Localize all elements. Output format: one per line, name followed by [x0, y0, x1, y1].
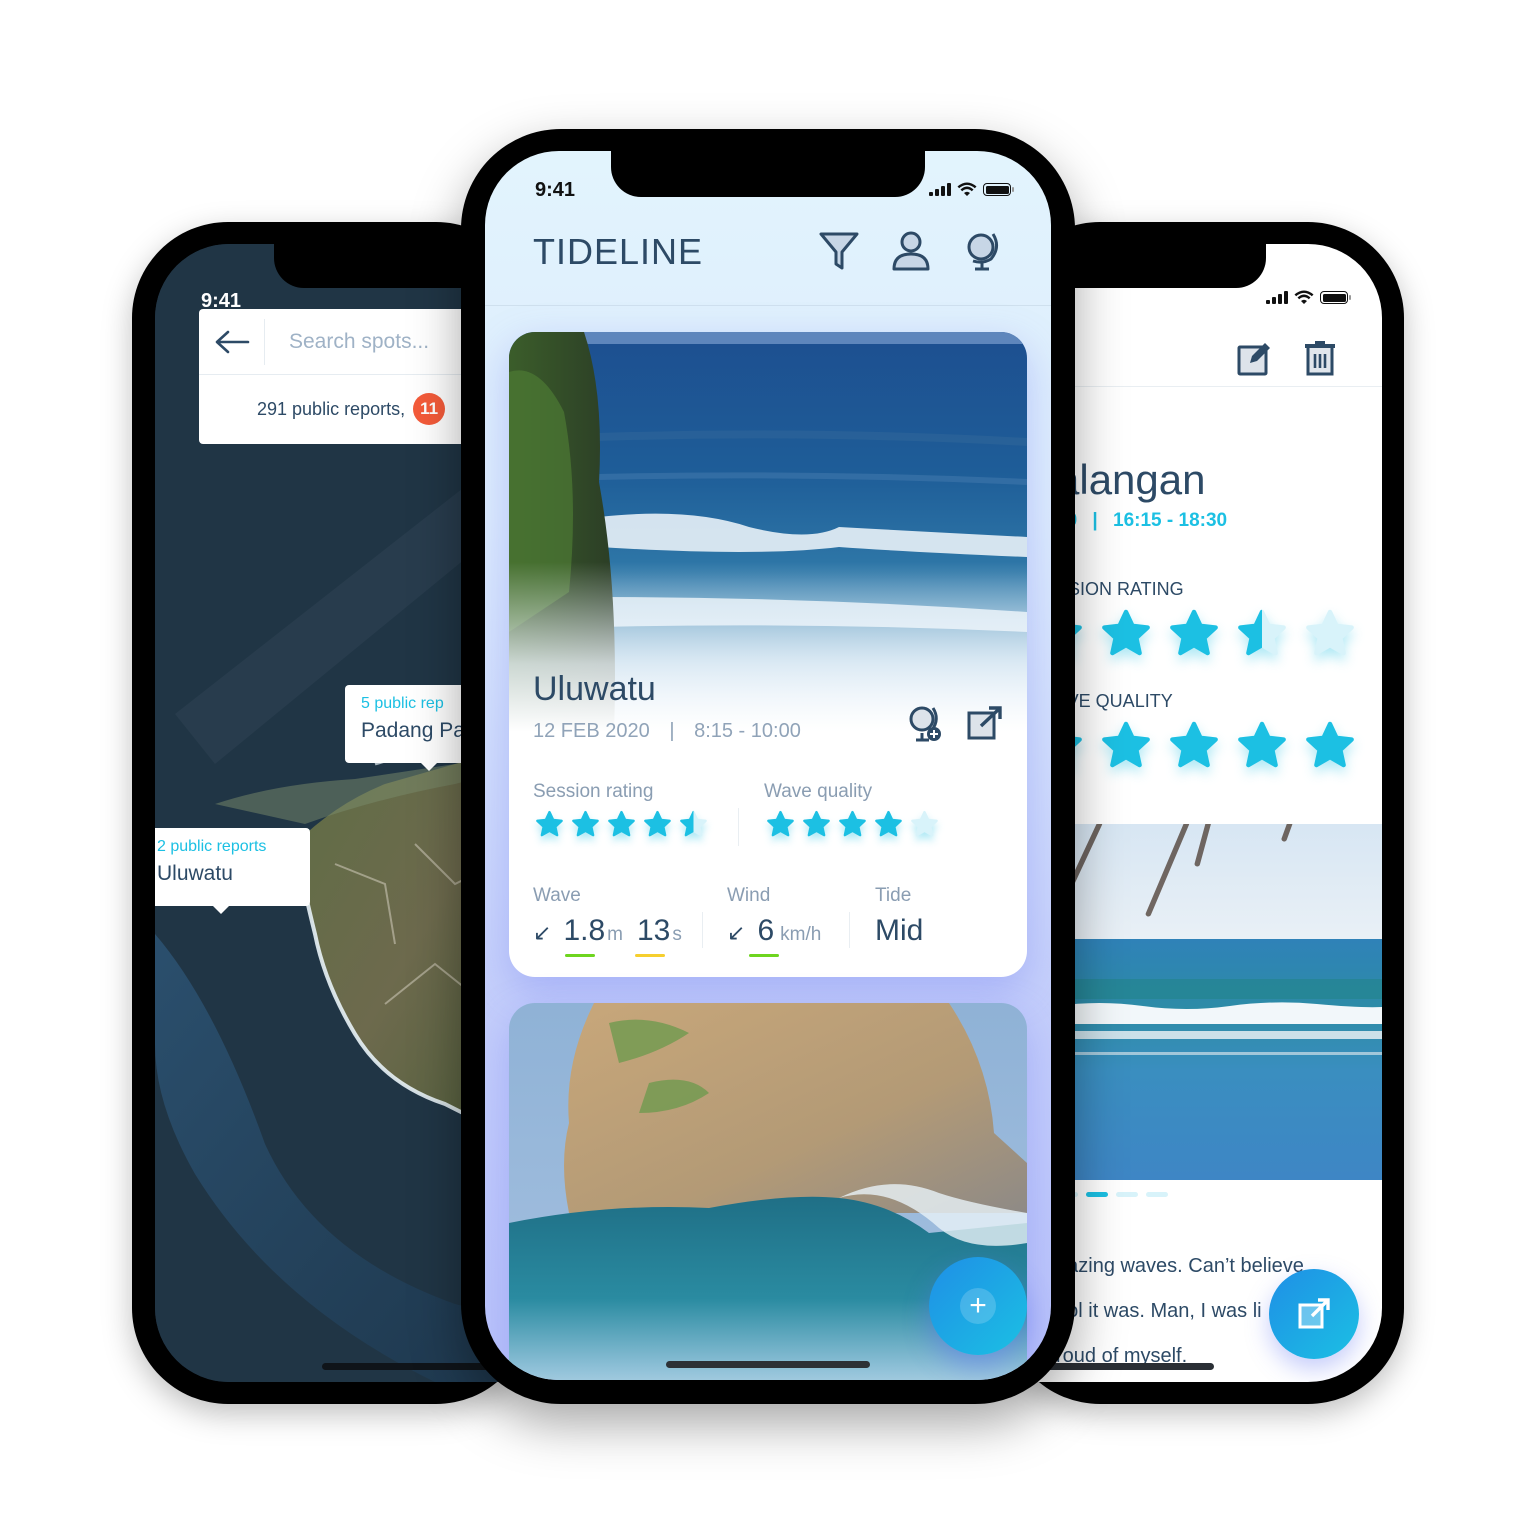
- tide-label: Tide: [875, 885, 912, 906]
- plus-icon: +: [960, 1288, 996, 1324]
- status-time: 9:41: [535, 179, 576, 201]
- star-full-icon: [1170, 721, 1218, 768]
- session-datetime: 20 | 16:15 - 18:30: [1056, 510, 1227, 532]
- app-header: TIDELINE: [485, 211, 1051, 306]
- wave-height-unit: m: [607, 924, 623, 945]
- wind-value: ↙ 6 km/h: [727, 914, 821, 948]
- pin-spot-name: Padang Pa: [361, 719, 465, 742]
- home-indicator: [666, 1361, 870, 1368]
- notch: [611, 151, 925, 197]
- wind-speed: 6: [757, 914, 775, 947]
- wave-period-unit: s: [672, 924, 682, 945]
- battery-icon: [983, 183, 1014, 196]
- status-icons: [929, 182, 1014, 197]
- star-empty-icon: [1306, 609, 1354, 656]
- star-full-icon: [1306, 721, 1354, 768]
- star-full-icon: [1102, 721, 1150, 768]
- back-button[interactable]: [199, 318, 265, 365]
- star-full-icon: [1170, 609, 1218, 656]
- status-icons: [1266, 290, 1351, 305]
- wave-quality-label: Wave quality: [764, 781, 873, 802]
- wind-unit: km/h: [780, 924, 822, 945]
- search-card: 291 public reports, 11: [199, 309, 499, 444]
- battery-icon: [1320, 291, 1351, 304]
- wifi-icon: [957, 182, 977, 196]
- divider: [849, 912, 850, 948]
- wave-quality-stars: [766, 810, 939, 839]
- session-card[interactable]: Uluwatu 12 FEB 2020 | 8:15 - 10:00 Sessi…: [509, 332, 1027, 977]
- wave-height-indicator: [565, 954, 595, 957]
- status-time: 9:41: [201, 290, 242, 312]
- swell-direction-icon: ↙: [533, 920, 552, 945]
- star-full-icon: [767, 810, 794, 837]
- pin-report-count: 2 public reports: [157, 838, 267, 855]
- feed-screen: 9:41 TIDELINE Uluwatu 12 FEB 2020 | 8:15…: [485, 151, 1051, 1380]
- map-pin-uluwatu[interactable]: 2 public reports Uluwatu: [155, 828, 310, 914]
- session-rating-stars[interactable]: [1032, 608, 1356, 660]
- spot-name: Uluwatu: [533, 670, 656, 708]
- session-rating-label: SSION RATING: [1056, 579, 1184, 599]
- edit-icon[interactable]: [1234, 338, 1274, 378]
- cellular-signal-icon: [1266, 291, 1288, 304]
- add-session-fab[interactable]: +: [929, 1257, 1027, 1355]
- wave-height: 1.8: [563, 914, 606, 947]
- profile-icon[interactable]: [889, 229, 933, 273]
- wind-label: Wind: [727, 885, 771, 906]
- filter-icon[interactable]: [817, 229, 861, 273]
- pin-spot-name: Uluwatu: [157, 862, 233, 885]
- wind-direction-icon: ↙: [727, 920, 746, 945]
- star-half-icon: [680, 810, 707, 837]
- wind-indicator: [749, 954, 779, 957]
- star-full-icon: [608, 810, 635, 837]
- private-reports-badge[interactable]: 11: [413, 393, 446, 425]
- pager-dot[interactable]: [1086, 1192, 1108, 1197]
- session-date: 12 FEB 2020: [533, 720, 650, 742]
- home-indicator: [322, 1363, 502, 1370]
- spot-title: alangan: [1056, 456, 1206, 503]
- beach-photo: [1056, 824, 1382, 1180]
- star-half-icon: [1238, 609, 1286, 656]
- cellular-signal-icon: [929, 183, 951, 196]
- star-full-icon: [1238, 721, 1286, 768]
- star-empty-icon: [911, 810, 938, 837]
- wave-quality-stars[interactable]: [1032, 720, 1356, 772]
- wave-period: 13: [636, 914, 671, 947]
- wifi-icon: [1294, 290, 1314, 304]
- public-reports-count: 291 public reports,: [257, 398, 406, 419]
- share-icon: [1298, 1298, 1330, 1329]
- share-icon[interactable]: [965, 704, 1005, 744]
- divider: [702, 912, 703, 948]
- separator: |: [669, 720, 675, 742]
- session-rating-stars: [535, 810, 708, 839]
- wave-value: ↙ 1.8 m 13 s: [533, 914, 682, 948]
- home-indicator: [1034, 1363, 1214, 1370]
- star-full-icon: [803, 810, 830, 837]
- star-full-icon: [1102, 609, 1150, 656]
- session-datetime: 12 FEB 2020 | 8:15 - 10:00: [533, 720, 801, 743]
- trash-icon[interactable]: [1300, 338, 1340, 378]
- pager-dot[interactable]: [1146, 1192, 1168, 1197]
- star-full-icon: [572, 810, 599, 837]
- phone-feed: 9:41 TIDELINE Uluwatu 12 FEB 2020 | 8:15…: [461, 129, 1075, 1404]
- arrow-left-icon: [215, 330, 249, 353]
- globe-icon[interactable]: [961, 229, 1005, 273]
- session-time: 16:15 - 18:30: [1113, 510, 1228, 531]
- star-full-icon: [875, 810, 902, 837]
- session-time: 8:15 - 10:00: [694, 720, 801, 742]
- wave-label: Wave: [533, 885, 581, 906]
- pager-dot[interactable]: [1116, 1192, 1138, 1197]
- star-full-icon: [644, 810, 671, 837]
- separator: |: [1092, 510, 1098, 531]
- star-full-icon: [839, 810, 866, 837]
- wave-period-indicator: [635, 954, 665, 957]
- session-photo[interactable]: [1056, 824, 1382, 1180]
- star-full-icon: [536, 810, 563, 837]
- share-fab[interactable]: [1269, 1269, 1359, 1359]
- divider: [738, 808, 739, 846]
- app-title: TIDELINE: [533, 231, 704, 272]
- pin-report-count: 5 public rep: [361, 695, 444, 712]
- session-rating-label: Session rating: [533, 781, 654, 802]
- tide-value: Mid: [875, 914, 924, 947]
- add-to-spot-icon[interactable]: [905, 704, 945, 744]
